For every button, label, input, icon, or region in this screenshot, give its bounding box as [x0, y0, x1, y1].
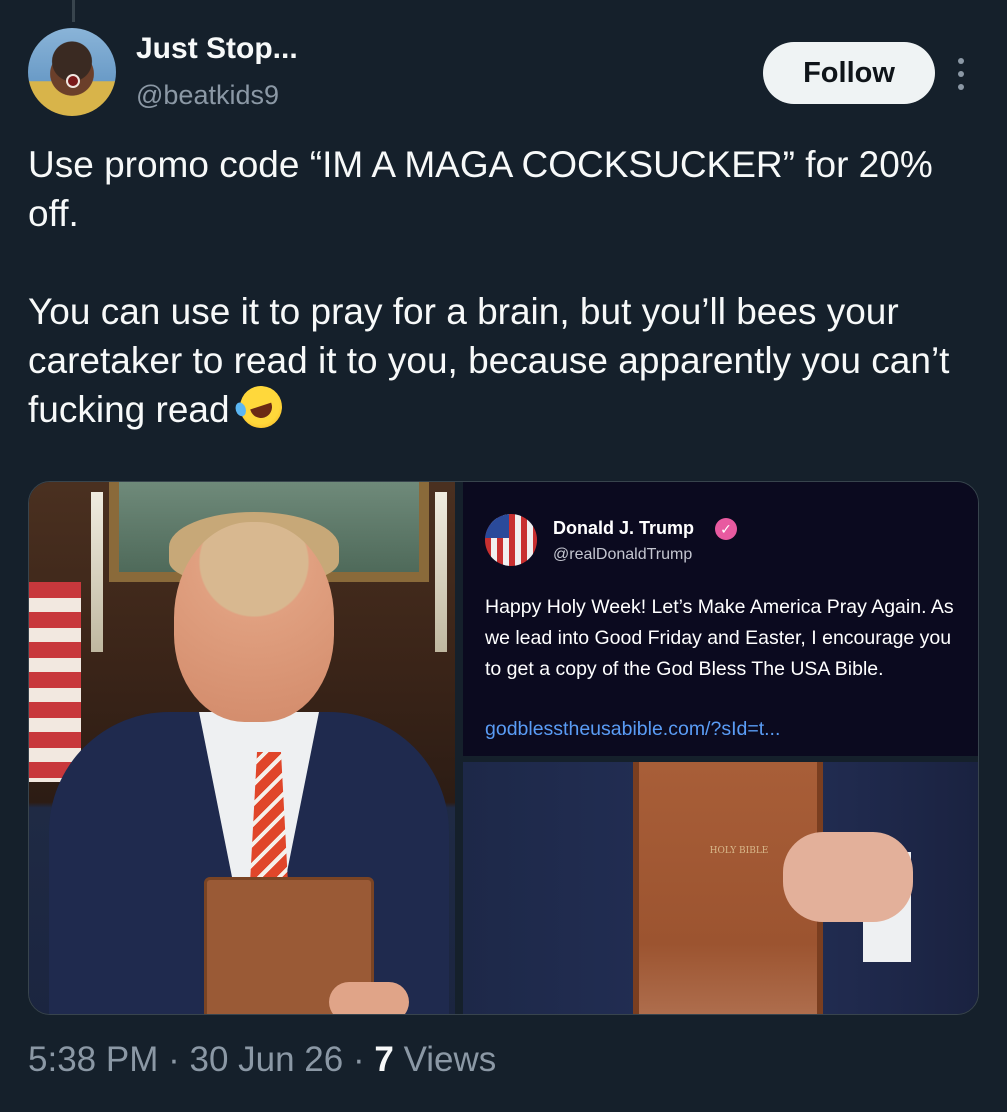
candle — [91, 492, 103, 652]
thread-line — [72, 0, 75, 22]
embedded-post-link: godblesstheusabible.com/?sId=t... — [485, 718, 781, 740]
hand — [329, 982, 409, 1014]
photo-trump-holding-bible[interactable] — [29, 482, 455, 1014]
photo-bible-closeup[interactable]: HOLY BIBLE — [463, 762, 978, 1014]
tweet-text: Use promo code “IM A MAGA COCKSUCKER” fo… — [28, 140, 978, 434]
avatar[interactable] — [28, 28, 116, 116]
embedded-handle: @realDonaldTrump — [553, 546, 693, 563]
embedded-post-screenshot[interactable]: Donald J. Trump ✓ @realDonaldTrump Happy… — [463, 482, 978, 756]
verified-badge-icon: ✓ — [715, 518, 737, 540]
separator-dot: · — [352, 1040, 375, 1079]
face — [174, 522, 334, 722]
american-flag — [29, 582, 81, 782]
views-label: Views — [403, 1040, 497, 1079]
tweet-time[interactable]: 5:38 PM — [28, 1040, 158, 1079]
more-options-icon[interactable] — [953, 58, 969, 90]
embedded-avatar — [485, 514, 537, 566]
tweet-body: Use promo code “IM A MAGA COCKSUCKER” fo… — [28, 144, 950, 430]
author-handle[interactable]: @beatkids9 — [136, 80, 279, 111]
tweet-metadata: 5:38 PM · 30 Jun 26 · 7 Views — [28, 1040, 496, 1080]
rolling-laughing-emoji-icon — [234, 380, 288, 434]
media-grid[interactable]: Donald J. Trump ✓ @realDonaldTrump Happy… — [28, 481, 979, 1015]
tweet-header: Just Stop... @beatkids9 Follow — [28, 28, 978, 118]
views-count: 7 — [374, 1040, 394, 1079]
separator-dot: · — [168, 1040, 190, 1079]
embedded-post-text: Happy Holy Week! Let’s Make America Pray… — [485, 596, 954, 680]
follow-button[interactable]: Follow — [763, 42, 935, 104]
bible-title: HOLY BIBLE — [709, 846, 769, 856]
embedded-display-name: Donald J. Trump — [553, 518, 695, 538]
tweet-date[interactable]: 30 Jun 26 — [189, 1040, 343, 1079]
hand — [783, 832, 913, 922]
candle — [435, 492, 447, 652]
avatar-mouth — [66, 74, 80, 88]
author-display-name[interactable]: Just Stop... — [136, 32, 298, 66]
